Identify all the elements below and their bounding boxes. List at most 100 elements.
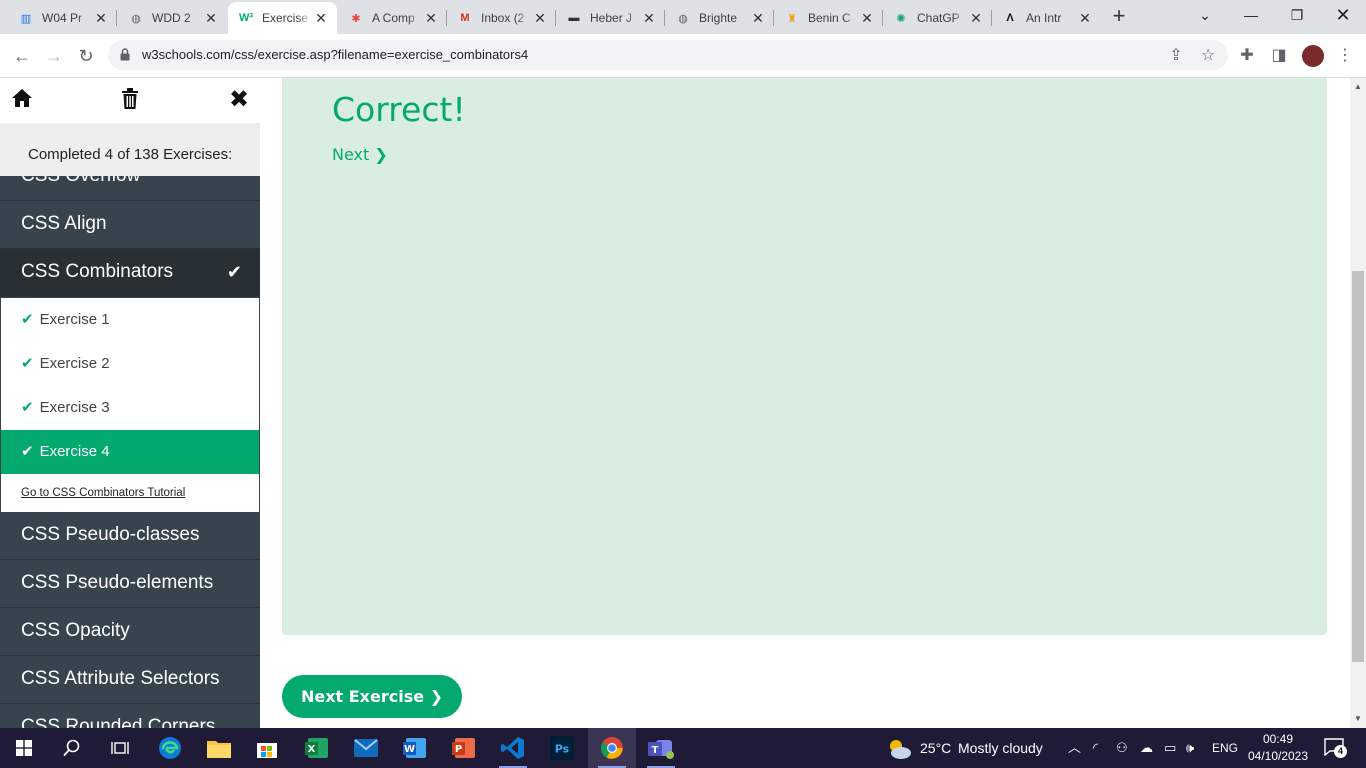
tab-title: ChatGP: [917, 11, 960, 25]
browser-tab[interactable]: ▬ Heber J ✕: [556, 4, 665, 32]
microsoft-store-icon[interactable]: [243, 728, 291, 768]
teams-icon[interactable]: T: [637, 728, 685, 768]
back-button[interactable]: ←: [10, 45, 34, 67]
scroll-down-arrow-icon[interactable]: ▼: [1350, 712, 1366, 726]
browser-tab[interactable]: ▥ W04 Pr ✕: [8, 4, 117, 32]
exercise-item-4[interactable]: ✔ Exercise 4: [1, 430, 259, 474]
browser-tab[interactable]: ◍ Brighte ✕: [665, 4, 774, 32]
trash-icon[interactable]: [118, 88, 142, 112]
tab-close-icon[interactable]: ✕: [750, 10, 766, 27]
result-title: Correct!: [332, 90, 466, 129]
extensions-icon[interactable]: ✚: [1236, 45, 1258, 67]
battery-icon[interactable]: ▭: [1164, 728, 1176, 768]
scroll-up-arrow-icon[interactable]: ▲: [1350, 80, 1366, 94]
tab-title: Inbox (2: [481, 11, 525, 25]
side-panel-icon[interactable]: ◨: [1268, 45, 1290, 67]
meet-now-icon[interactable]: ⚇: [1116, 728, 1128, 768]
tab-close-icon[interactable]: ✕: [1077, 10, 1093, 27]
chatgpt-icon: ✺: [896, 12, 906, 25]
language-indicator[interactable]: ENG: [1212, 728, 1238, 768]
weather-cloud-icon[interactable]: [886, 728, 914, 768]
tab-title: A Comp: [372, 11, 415, 25]
browser-tab[interactable]: ✱ A Comp ✕: [338, 4, 447, 32]
lock-icon[interactable]: [120, 48, 130, 61]
restore-button[interactable]: ❐: [1274, 0, 1320, 32]
minimize-button[interactable]: —: [1228, 0, 1274, 32]
photoshop-icon[interactable]: Ps: [538, 728, 586, 768]
next-link[interactable]: Next ❯: [332, 145, 388, 164]
file-explorer-icon[interactable]: [195, 728, 243, 768]
volume-icon[interactable]: 🕪: [1186, 728, 1194, 768]
exercise-item-2[interactable]: ✔ Exercise 2: [1, 342, 259, 386]
category-css-rounded-corners[interactable]: CSS Rounded Corners: [0, 704, 260, 728]
tab-close-icon[interactable]: ✕: [203, 10, 219, 27]
globe-icon: ◍: [131, 12, 141, 25]
bookmark-star-icon[interactable]: ☆: [1197, 45, 1219, 67]
clock[interactable]: 00:49 04/10/2023: [1246, 731, 1310, 765]
category-css-attribute-selectors[interactable]: CSS Attribute Selectors: [0, 656, 260, 704]
task-view-icon[interactable]: [96, 728, 144, 768]
browser-tab[interactable]: ✺ ChatGP ✕: [883, 4, 992, 32]
svg-text:X: X: [308, 744, 316, 755]
reload-button[interactable]: ↻: [74, 45, 98, 67]
category-label: CSS Align: [21, 213, 107, 234]
weather-description[interactable]: Mostly cloudy: [958, 728, 1043, 768]
browser-tab[interactable]: ◍ WDD 2 ✕: [118, 4, 227, 32]
category-css-pseudo-classes[interactable]: CSS Pseudo-classes: [0, 512, 260, 560]
checkmark-icon: ✔: [21, 311, 34, 328]
windows-start-icon[interactable]: [0, 728, 48, 768]
url-text[interactable]: w3schools.com/css/exercise.asp?filename=…: [142, 47, 528, 62]
checkmark-icon: ✔: [21, 355, 34, 372]
onedrive-icon[interactable]: ☁: [1140, 728, 1153, 768]
browser-tab[interactable]: M Inbox (2 ✕: [447, 4, 556, 32]
close-window-button[interactable]: ✕: [1320, 0, 1366, 32]
tab-close-icon[interactable]: ✕: [423, 10, 439, 27]
browser-tab[interactable]: Λ An Intr ✕: [992, 4, 1101, 32]
completed-counter: Completed 4 of 138 Exercises:: [0, 123, 260, 176]
category-css-align[interactable]: CSS Align: [0, 201, 260, 249]
notification-badge: 4: [1334, 745, 1347, 758]
chrome-icon[interactable]: [588, 728, 636, 768]
tab-close-icon[interactable]: ✕: [859, 10, 875, 27]
exercise-item-1[interactable]: ✔ Exercise 1: [1, 298, 259, 342]
forward-button[interactable]: →: [42, 45, 66, 67]
excel-icon[interactable]: X: [293, 728, 341, 768]
menu-kebab-icon[interactable]: ⋮: [1334, 45, 1356, 67]
category-label: CSS Opacity: [21, 620, 130, 641]
browser-tab[interactable]: ♜ Benin C ✕: [774, 4, 883, 32]
category-label: CSS Pseudo-classes: [21, 524, 200, 545]
exercise-label: Exercise 4: [39, 443, 110, 460]
weather-temperature[interactable]: 25°C: [920, 728, 951, 768]
category-css-combinators[interactable]: CSS Combinators ✔: [0, 249, 260, 297]
tab-close-icon[interactable]: ✕: [532, 10, 548, 27]
share-icon[interactable]: ⇪: [1165, 45, 1187, 67]
word-icon[interactable]: W: [391, 728, 439, 768]
tab-close-icon[interactable]: ✕: [641, 10, 657, 27]
notification-center-icon[interactable]: 4: [1324, 738, 1347, 758]
tab-search-chevron-icon[interactable]: ⌄: [1182, 0, 1228, 32]
home-icon[interactable]: [10, 88, 34, 112]
scrollbar-thumb[interactable]: [1352, 271, 1364, 662]
edge-icon[interactable]: [146, 728, 194, 768]
new-tab-button[interactable]: +: [1108, 5, 1130, 28]
tab-close-icon[interactable]: ✕: [968, 10, 984, 27]
next-exercise-button[interactable]: Next Exercise ❯: [282, 675, 462, 718]
mail-icon[interactable]: [342, 728, 390, 768]
tab-close-icon[interactable]: ✕: [313, 10, 329, 27]
browser-tab[interactable]: W³ Exercise ✕: [228, 2, 337, 34]
powerpoint-icon[interactable]: P: [440, 728, 488, 768]
vscode-icon[interactable]: [489, 728, 537, 768]
tab-close-icon[interactable]: ✕: [93, 10, 109, 27]
svg-text:T: T: [652, 745, 659, 756]
exercise-item-3[interactable]: ✔ Exercise 3: [1, 386, 259, 430]
tutorial-link[interactable]: Go to CSS Combinators Tutorial: [1, 474, 259, 512]
category-css-opacity[interactable]: CSS Opacity: [0, 608, 260, 656]
checkmark-icon: ✔: [21, 399, 34, 416]
category-label: CSS Pseudo-elements: [21, 572, 214, 593]
network-icon[interactable]: ◜: [1093, 728, 1098, 768]
show-hidden-icons-icon[interactable]: ︿: [1068, 728, 1081, 768]
profile-avatar[interactable]: [1302, 45, 1324, 67]
category-css-pseudo-elements[interactable]: CSS Pseudo-elements: [0, 560, 260, 608]
search-icon[interactable]: [48, 728, 96, 768]
close-icon[interactable]: ✖: [227, 88, 251, 112]
